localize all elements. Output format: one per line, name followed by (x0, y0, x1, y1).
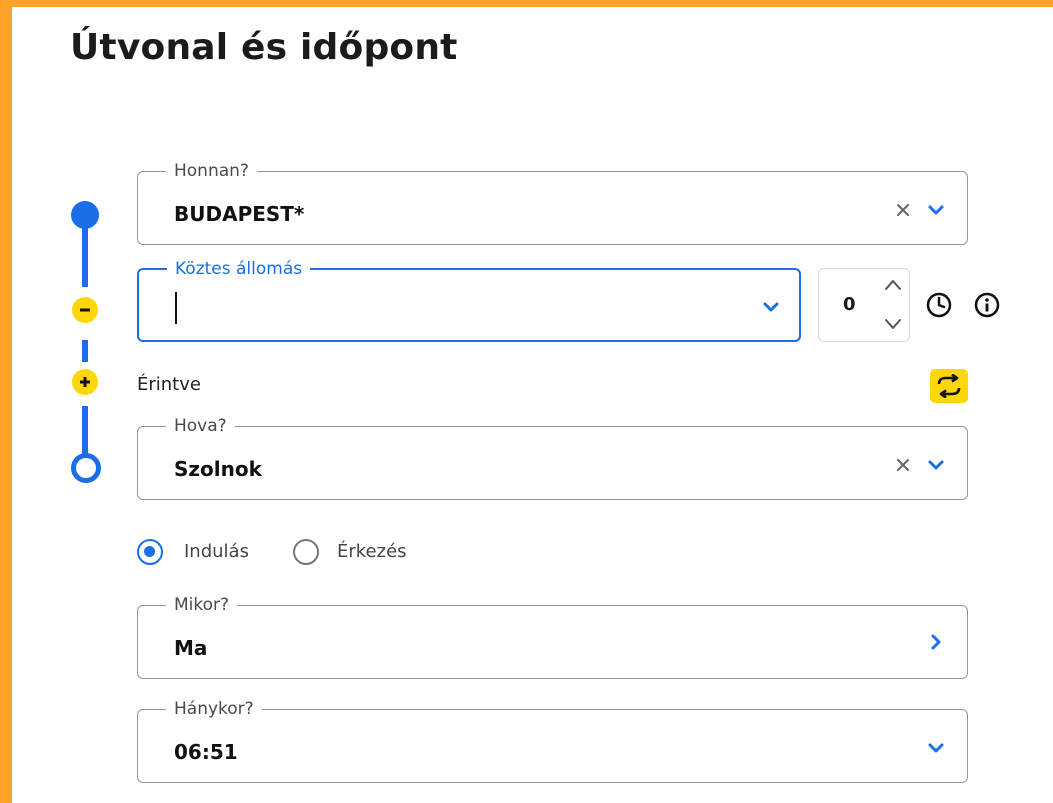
to-field[interactable]: Hova? Szolnok (137, 415, 968, 500)
chevron-down-icon[interactable] (761, 297, 781, 317)
chevron-down-icon[interactable] (926, 200, 946, 220)
date-legend: Mikor? (166, 594, 238, 616)
radio-arrival-label: Érkezés (337, 541, 407, 562)
remove-via-button[interactable] (72, 297, 98, 323)
via-legend: Köztes állomás (167, 258, 311, 280)
wait-minutes-stepper[interactable]: 0 (818, 268, 910, 342)
wait-minutes-value: 0 (843, 294, 856, 315)
radio-button-selected[interactable] (137, 539, 163, 565)
radio-departure-label: Indulás (184, 541, 249, 562)
swap-stations-button[interactable] (930, 369, 968, 403)
from-field[interactable]: Honnan? BUDAPEST* (137, 160, 968, 245)
clear-icon[interactable] (894, 201, 912, 219)
via-station-field[interactable]: Köztes állomás (137, 258, 801, 342)
radio-arrival[interactable]: Érkezés (293, 539, 433, 567)
timeline-line-middle (82, 340, 88, 362)
chevron-down-icon[interactable] (926, 738, 946, 758)
page-title: Útvonal és időpont (70, 27, 458, 68)
radio-departure[interactable]: Indulás (137, 539, 267, 567)
from-legend: Honnan? (166, 160, 257, 182)
swap-icon (937, 374, 961, 398)
clear-icon[interactable] (894, 456, 912, 474)
text-cursor (175, 292, 177, 324)
info-icon[interactable] (973, 291, 1001, 319)
radio-dot (144, 546, 155, 557)
time-field[interactable]: Hánykor? 06:51 (137, 698, 968, 783)
to-value: Szolnok (174, 457, 262, 481)
destination-dot (71, 453, 101, 483)
chevron-down-icon[interactable] (926, 455, 946, 475)
time-value: 06:51 (174, 740, 238, 764)
origin-dot (71, 201, 99, 229)
date-field[interactable]: Mikor? Ma (137, 594, 968, 679)
plus-icon (80, 377, 90, 387)
to-legend: Hova? (166, 415, 235, 437)
clock-icon[interactable] (925, 291, 953, 319)
date-value: Ma (174, 636, 208, 660)
chevron-right-icon[interactable] (926, 632, 946, 652)
increment-icon[interactable] (883, 277, 903, 293)
time-legend: Hánykor? (166, 698, 262, 720)
add-via-button[interactable] (72, 369, 98, 395)
from-value: BUDAPEST* (174, 202, 305, 226)
decrement-icon[interactable] (883, 316, 903, 332)
route-panel: Útvonal és időpont Honnan? BUDAPEST* Köz… (12, 7, 1053, 803)
radio-button-unselected[interactable] (293, 539, 319, 565)
via-mode-label: Érintve (137, 374, 201, 395)
minus-icon (80, 308, 90, 312)
